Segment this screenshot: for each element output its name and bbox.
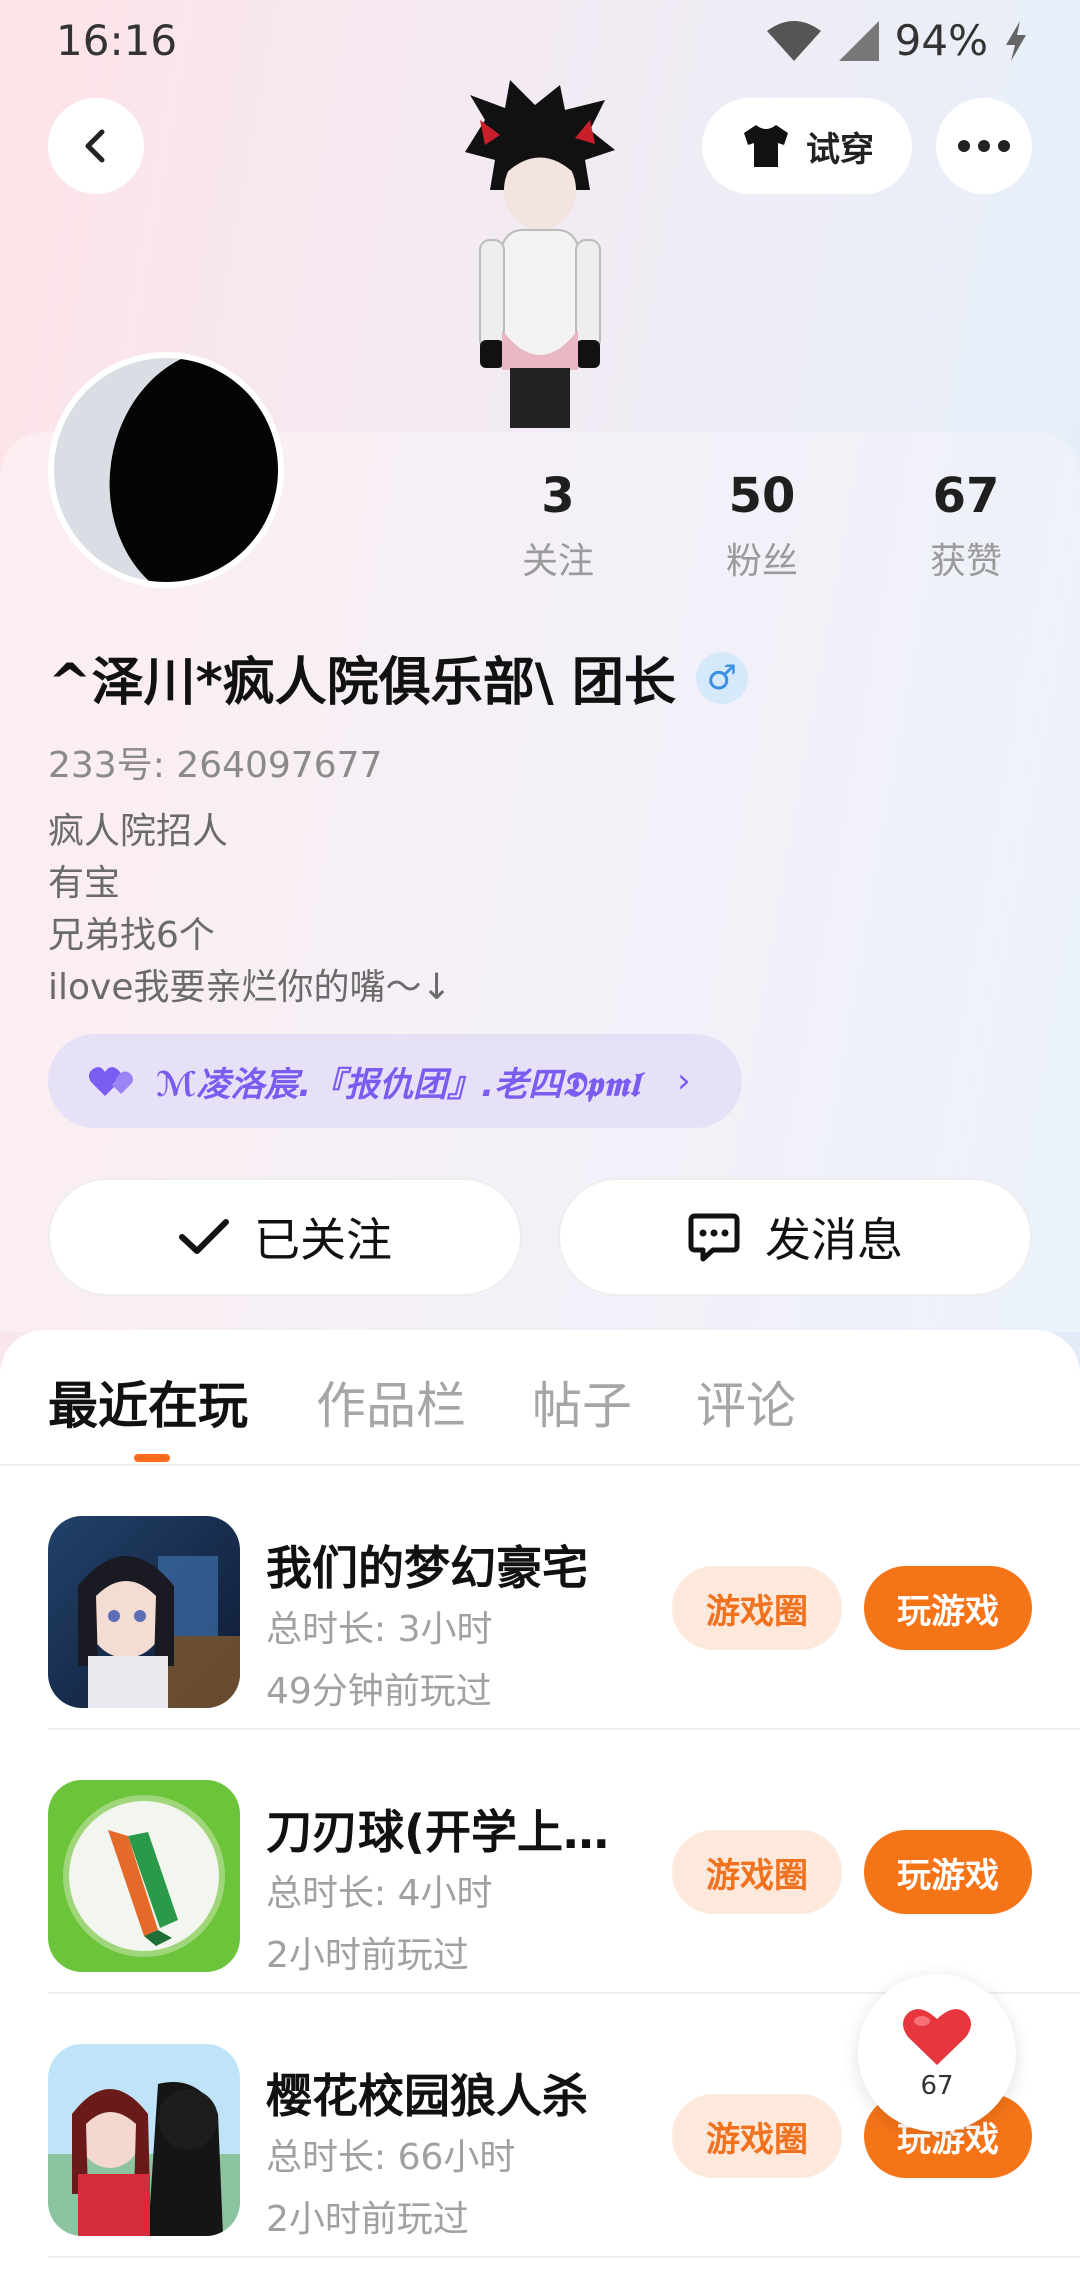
back-arrow-icon (85, 129, 105, 163)
game-icon-sakura-werewolf[interactable] (48, 2044, 240, 2236)
game-last-played: 2小时前玩过 (266, 1935, 469, 1976)
game-circle-button[interactable]: 游戏圈 (672, 2094, 842, 2178)
bio-line: 兄弟找6个 (48, 915, 215, 956)
more-options-button[interactable] (936, 98, 1032, 194)
gender-male-icon: ♂ (695, 651, 748, 704)
send-message-button[interactable]: 发消息 (558, 1178, 1032, 1296)
game-duration: 总时长: 3小时 (266, 1609, 493, 1650)
status-icons: 94% (765, 16, 1030, 65)
avatar-figure[interactable] (440, 80, 640, 440)
tab-works[interactable]: 作品栏 (316, 1366, 466, 1438)
game-title: 刀刃球(开学上… (266, 1805, 610, 1859)
bio: 疯人院招人 有宝 兄弟找6个 ilove我要亲烂你的嘴～↓ (48, 806, 452, 1014)
tab-comments[interactable]: 评论 (696, 1366, 796, 1438)
tab-recent-played[interactable]: 最近在玩 (48, 1366, 248, 1438)
game-title: 我们的梦幻豪宅 (266, 1541, 588, 1595)
stat-value: 67 (932, 468, 1000, 524)
stat-value: 3 (541, 468, 575, 524)
bio-line: 疯人院招人 (48, 811, 229, 852)
heart-icon (903, 2009, 971, 2065)
status-time: 16:16 (56, 16, 178, 65)
battery-level: 94% (894, 16, 988, 65)
chevron-right-icon: › (677, 1061, 691, 1101)
play-game-button[interactable]: 玩游戏 (864, 1830, 1032, 1914)
game-circle-button[interactable]: 游戏圈 (672, 1830, 842, 1914)
try-on-button[interactable]: 试穿 (702, 98, 912, 194)
check-icon (179, 1219, 229, 1254)
back-button[interactable] (48, 98, 144, 194)
play-game-button[interactable]: 玩游戏 (864, 1566, 1032, 1650)
game-icon-blade-ball[interactable] (48, 1780, 240, 1972)
send-message-label: 发消息 (765, 1213, 903, 1267)
stat-likes[interactable]: 67 获赞 (886, 466, 1046, 584)
stat-following[interactable]: 3 关注 (478, 466, 638, 584)
followed-button[interactable]: 已关注 (48, 1178, 522, 1296)
followed-label: 已关注 (254, 1213, 392, 1267)
more-dot-icon (958, 140, 970, 152)
bio-line: 有宝 (48, 863, 121, 904)
chat-bubble-icon (688, 1213, 740, 1262)
more-dot-icon (998, 140, 1010, 152)
relationship-label: ℳ凌洛宸.『报仇团』.老四𝕯𝖕𝖒𝖑 (156, 1064, 640, 1105)
game-list-item[interactable]: 我们的梦幻豪宅 总时长: 3小时 49分钟前玩过 游戏圈 玩游戏 (48, 1466, 1080, 1730)
game-last-played: 49分钟前玩过 (266, 1671, 492, 1712)
signal-icon (838, 20, 879, 61)
double-heart-icon (88, 1067, 133, 1096)
game-circle-button[interactable]: 游戏圈 (672, 1566, 842, 1650)
stat-value: 50 (728, 468, 796, 524)
game-title: 樱花校园狼人杀 (266, 2069, 588, 2123)
game-list-item[interactable]: 刀刃球(开学上… 总时长: 4小时 2小时前玩过 游戏圈 玩游戏 (48, 1730, 1080, 1994)
bio-line: ilove我要亲烂你的嘴～↓ (48, 967, 452, 1008)
profile-stats: 3 关注 50 粉丝 67 获赞 (0, 466, 1080, 596)
shirt-icon (744, 125, 788, 167)
game-last-played: 2小时前玩过 (266, 2199, 469, 2240)
content-panel: 最近在玩 作品栏 帖子 评论 我们的梦幻豪宅 总时长: 3小时 49分钟前玩过 … (0, 1330, 1080, 2280)
wifi-icon (766, 20, 821, 61)
stat-fans[interactable]: 50 粉丝 (682, 466, 842, 584)
game-icon-dream-mansion[interactable] (48, 1516, 240, 1708)
tab-bar: 最近在玩 作品栏 帖子 评论 (0, 1330, 1080, 1466)
user-id[interactable]: 233号: 264097677 (48, 736, 382, 788)
tab-indicator (134, 1454, 170, 1462)
game-duration: 总时长: 4小时 (266, 1873, 493, 1914)
stat-label: 粉丝 (725, 541, 798, 582)
more-dot-icon (978, 140, 990, 152)
username: ^泽川*疯人院俱乐部\ 团长 (48, 653, 676, 713)
tab-posts[interactable]: 帖子 (532, 1366, 632, 1438)
status-bar: 16:16 94% (0, 0, 1080, 90)
try-on-label: 试穿 (806, 129, 874, 170)
relationship-badge[interactable]: ℳ凌洛宸.『报仇团』.老四𝕯𝖕𝖒𝖑 › (48, 1034, 742, 1128)
stat-label: 关注 (521, 541, 594, 582)
charging-icon (1006, 20, 1026, 61)
username-row: ^泽川*疯人院俱乐部\ 团长 ♂ (48, 640, 748, 715)
stat-label: 获赞 (929, 541, 1002, 582)
game-duration: 总时长: 66小时 (266, 2137, 516, 2178)
like-count: 67 (920, 2071, 954, 2101)
like-float-button[interactable]: 67 (858, 1974, 1016, 2132)
